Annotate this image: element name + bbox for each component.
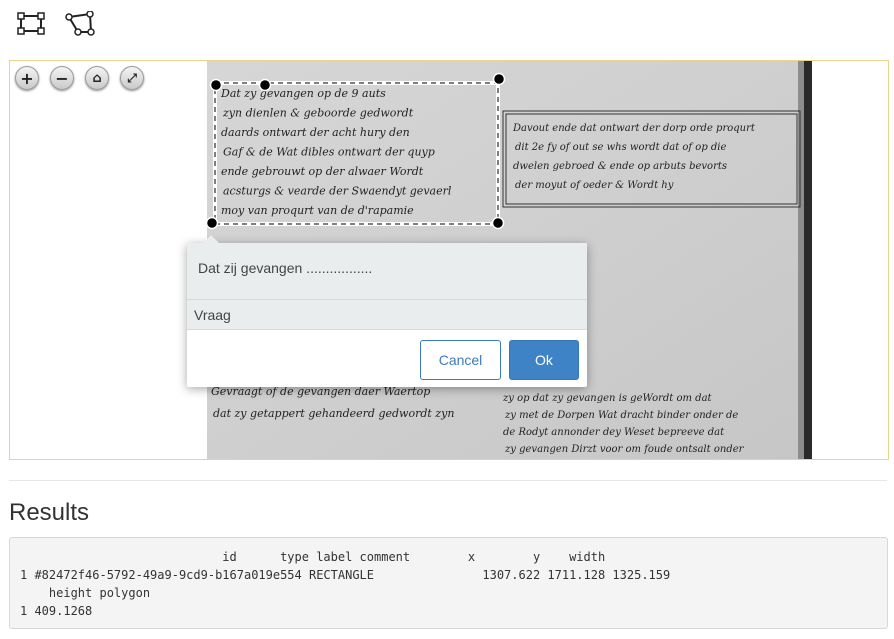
rectangle-tool-icon[interactable] (16, 10, 46, 38)
fullscreen-icon[interactable]: ⤢ (120, 66, 144, 90)
results-heading: Results (9, 499, 90, 526)
polygon-tool-icon[interactable] (65, 10, 95, 38)
manuscript-line: der moyut of oeder & Wordt hy (515, 180, 674, 191)
manuscript-line: acsturgs & vearde der Swaendyt gevaerl (223, 185, 452, 198)
tag-field[interactable]: Vraag (187, 300, 587, 330)
popup-arrow (203, 235, 219, 243)
manuscript-line: zyn dienlen & geboorde gedwordt (222, 107, 414, 120)
annotation-editor-popup: Dat zij gevangen ................. Vraag… (187, 235, 587, 387)
manuscript-line: dwelen gebroed & ende op arbuts bevorts (513, 161, 727, 172)
manuscript-line: Dat zy gevangen op de 9 auts (220, 87, 386, 100)
home-icon[interactable]: ⌂ (85, 66, 109, 90)
manuscript-line: de Rodyt annonder dey Weset bepreeve dat (503, 427, 725, 438)
manuscript-line: zy op dat zy gevangen is geWordt om dat (502, 393, 713, 404)
manuscript-line: zy gevangen Dirzt voor om foude ontsalt … (504, 444, 745, 455)
results-row-line: 1 #82472f46-5792-49a9-9cd9-b167a019e554 … (20, 568, 671, 582)
manuscript-line: ende gebrouwt op der alwaer Wordt (221, 165, 424, 178)
manuscript-line: zy met de Dorpen Wat dracht binder onder… (504, 410, 738, 421)
image-viewer[interactable]: Dat zy gevangen op de 9 auts zyn dienlen … (9, 60, 889, 460)
zoom-out-icon[interactable]: − (50, 66, 74, 90)
section-divider (9, 480, 887, 481)
manuscript-line: Davout ende dat ontwart der dorp orde pr… (512, 123, 756, 134)
results-header-line: id type label comment x y width (20, 550, 606, 564)
ok-button[interactable]: Ok (509, 340, 579, 380)
cancel-button[interactable]: Cancel (420, 340, 501, 380)
manuscript-line: daards ontwart der acht hury den (221, 126, 410, 139)
manuscript-line: dit 2e fy of out se whs wordt dat of op … (515, 142, 727, 153)
zoom-in-icon[interactable]: + (15, 66, 39, 90)
results-row-line-2: 1 409.1268 (20, 604, 93, 618)
results-output: id type label comment x y width 1 #82472… (9, 537, 888, 629)
manuscript-line: Gaf & de Wat dibles ontwart der quyp (223, 146, 435, 159)
results-header-line-2: height polygon (20, 586, 151, 600)
manuscript-line: moy van proqurt van de d'rapamie (221, 204, 414, 217)
manuscript-line: dat zy getappert gehandeerd gedwordt zyn (213, 407, 454, 420)
comment-field[interactable]: Dat zij gevangen ................. (187, 243, 587, 300)
